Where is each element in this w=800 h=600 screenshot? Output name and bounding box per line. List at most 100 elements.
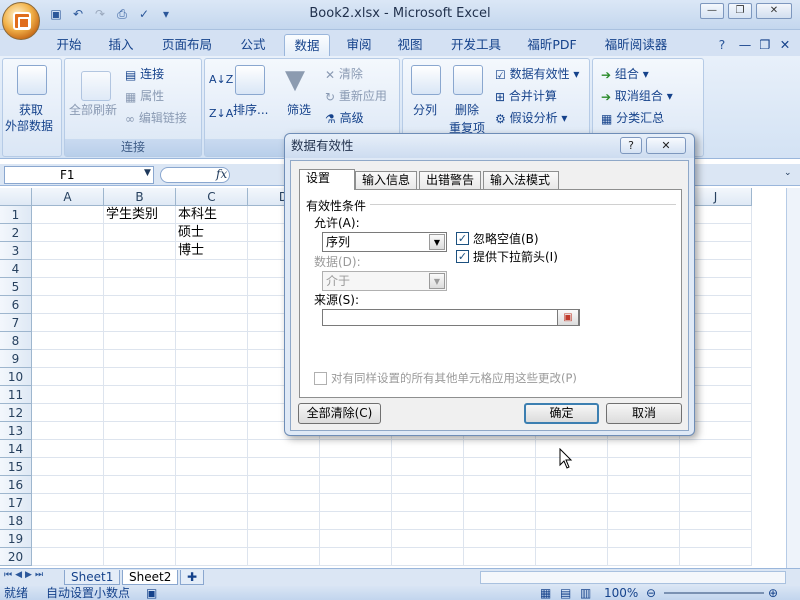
reapply-button[interactable]: ↻ 重新应用 <box>325 87 387 104</box>
row-header-3[interactable]: 3 <box>0 242 32 260</box>
cell-C14[interactable] <box>176 440 248 458</box>
cell-F17[interactable] <box>392 494 464 512</box>
cell-A17[interactable] <box>32 494 104 512</box>
cell-C19[interactable] <box>176 530 248 548</box>
cell-H16[interactable] <box>536 476 608 494</box>
cell-A4[interactable] <box>32 260 104 278</box>
cell-C20[interactable] <box>176 548 248 566</box>
cell-B10[interactable] <box>104 368 176 386</box>
cell-B20[interactable] <box>104 548 176 566</box>
cell-G17[interactable] <box>464 494 536 512</box>
group-button[interactable]: ➔ 组合 ▾ <box>601 65 649 82</box>
cell-A3[interactable] <box>32 242 104 260</box>
cell-I15[interactable] <box>608 458 680 476</box>
column-header-C[interactable]: C <box>176 188 248 206</box>
zoom-slider[interactable] <box>664 592 764 594</box>
dialog-tab-input-message[interactable]: 输入信息 <box>355 171 417 189</box>
cell-C17[interactable] <box>176 494 248 512</box>
cell-B7[interactable] <box>104 314 176 332</box>
cell-B14[interactable] <box>104 440 176 458</box>
function-icon[interactable]: fx <box>216 167 227 181</box>
tab-insert[interactable]: 插入 <box>100 34 142 56</box>
cell-C8[interactable] <box>176 332 248 350</box>
horizontal-scrollbar[interactable] <box>480 571 786 584</box>
cell-E18[interactable] <box>320 512 392 530</box>
cell-A11[interactable] <box>32 386 104 404</box>
cell-H19[interactable] <box>536 530 608 548</box>
tab-developer[interactable]: 开发工具 <box>444 34 508 56</box>
subtotal-button[interactable]: ▦ 分类汇总 <box>601 109 664 126</box>
cell-J20[interactable] <box>680 548 752 566</box>
dropdown-checkbox[interactable]: ✓ <box>456 250 469 263</box>
cell-A2[interactable] <box>32 224 104 242</box>
row-header-15[interactable]: 15 <box>0 458 32 476</box>
cell-I18[interactable] <box>608 512 680 530</box>
cell-B3[interactable] <box>104 242 176 260</box>
cell-C10[interactable] <box>176 368 248 386</box>
sort-desc-icon[interactable]: Z↓A <box>209 107 233 120</box>
cell-E19[interactable] <box>320 530 392 548</box>
cancel-button[interactable]: 取消 <box>606 403 682 424</box>
cell-C5[interactable] <box>176 278 248 296</box>
namebox-dropdown-icon[interactable]: ▼ <box>144 168 151 178</box>
cell-I19[interactable] <box>608 530 680 548</box>
cell-G15[interactable] <box>464 458 536 476</box>
cell-C15[interactable] <box>176 458 248 476</box>
get-external-label-1[interactable]: 获取 <box>19 101 43 118</box>
cell-A13[interactable] <box>32 422 104 440</box>
dialog-tab-error-alert[interactable]: 出错警告 <box>419 171 481 189</box>
cell-C9[interactable] <box>176 350 248 368</box>
cell-F19[interactable] <box>392 530 464 548</box>
filter-button[interactable]: 筛选 <box>287 101 311 118</box>
cell-B4[interactable] <box>104 260 176 278</box>
close-icon[interactable]: ✕ <box>756 3 792 19</box>
dialog-tab-ime-mode[interactable]: 输入法模式 <box>483 171 559 189</box>
cell-B12[interactable] <box>104 404 176 422</box>
tab-review[interactable]: 审阅 <box>340 34 378 56</box>
restore-icon[interactable]: ❐ <box>728 3 752 19</box>
select-all-corner[interactable] <box>0 188 32 206</box>
sheet-tab-sheet2[interactable]: Sheet2 <box>122 570 179 585</box>
dialog-help-icon[interactable]: ? <box>620 137 642 154</box>
row-header-17[interactable]: 17 <box>0 494 32 512</box>
tab-formulas[interactable]: 公式 <box>232 34 274 56</box>
formula-expand-icon[interactable]: ⌄ <box>784 168 792 178</box>
cell-A1[interactable] <box>32 206 104 224</box>
apply-all-checkbox[interactable] <box>314 372 327 385</box>
cell-C2[interactable]: 硕士 <box>176 224 248 242</box>
cell-C11[interactable] <box>176 386 248 404</box>
ribbon-restore-icon[interactable]: ❐ <box>758 34 772 56</box>
row-header-13[interactable]: 13 <box>0 422 32 440</box>
column-header-A[interactable]: A <box>32 188 104 206</box>
macro-record-icon[interactable]: ▣ <box>146 586 157 600</box>
tab-foxit-reader[interactable]: 福昕阅读器 <box>596 34 676 56</box>
cell-J19[interactable] <box>680 530 752 548</box>
remove-duplicates-button[interactable]: 删除 <box>455 101 479 118</box>
tab-foxit-pdf[interactable]: 福昕PDF <box>520 34 584 56</box>
cell-A20[interactable] <box>32 548 104 566</box>
cell-B16[interactable] <box>104 476 176 494</box>
cell-F16[interactable] <box>392 476 464 494</box>
row-header-1[interactable]: 1 <box>0 206 32 224</box>
cell-C18[interactable] <box>176 512 248 530</box>
cell-F15[interactable] <box>392 458 464 476</box>
cell-C3[interactable]: 博士 <box>176 242 248 260</box>
cell-B13[interactable] <box>104 422 176 440</box>
cell-E15[interactable] <box>320 458 392 476</box>
cell-J18[interactable] <box>680 512 752 530</box>
cell-J17[interactable] <box>680 494 752 512</box>
data-dropdown-icon[interactable]: ▼ <box>429 273 445 289</box>
cell-J16[interactable] <box>680 476 752 494</box>
cell-G14[interactable] <box>464 440 536 458</box>
cell-A15[interactable] <box>32 458 104 476</box>
allow-select[interactable]: 序列 ▼ <box>322 232 447 252</box>
cell-G18[interactable] <box>464 512 536 530</box>
zoom-out-icon[interactable]: ⊖ <box>646 586 656 600</box>
advanced-button[interactable]: ⚗ 高级 <box>325 109 364 126</box>
cell-C7[interactable] <box>176 314 248 332</box>
cell-C16[interactable] <box>176 476 248 494</box>
column-header-B[interactable]: B <box>104 188 176 206</box>
ok-button[interactable]: 确定 <box>524 403 599 424</box>
cell-B1[interactable]: 学生类别 <box>104 206 176 224</box>
row-header-2[interactable]: 2 <box>0 224 32 242</box>
